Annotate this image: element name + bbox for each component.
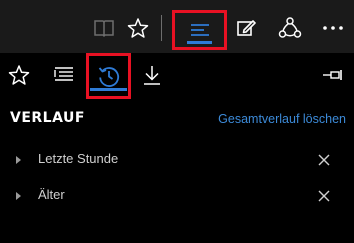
chevron-right-icon[interactable] [14,153,24,167]
history-clock-icon [98,67,119,87]
tab-favorites[interactable] [6,61,32,89]
star-icon [8,65,30,85]
book-icon [94,20,114,38]
browser-toolbar [0,0,354,53]
web-note-button[interactable] [232,14,260,42]
history-group-label: Letzte Stunde [38,151,119,166]
close-icon[interactable] [316,188,332,204]
tab-history[interactable] [86,53,131,99]
hub-button[interactable] [172,10,227,50]
panel-title: VERLAUF [10,110,85,126]
toolbar-separator [161,15,162,41]
chevron-right-icon[interactable] [14,189,24,203]
download-icon [144,66,160,85]
clear-all-history-link[interactable]: Gesamtverlauf löschen [218,112,346,126]
history-group-row[interactable]: Letzte Stunde [0,143,354,177]
close-icon[interactable] [316,152,332,168]
star-icon [127,18,149,38]
pin-icon [323,70,342,80]
hub-panel-tabs [0,53,354,103]
pen-note-icon [237,20,256,36]
tab-reading-list[interactable] [50,61,78,89]
history-group-label: Älter [38,187,65,202]
hub-lines-icon [190,24,209,36]
history-group-row[interactable]: Älter [0,179,354,213]
share-icon [278,17,302,38]
reading-list-icon [54,67,73,81]
pin-panel-button[interactable] [320,67,346,83]
more-button[interactable] [316,14,350,42]
reading-view-button[interactable] [90,14,118,42]
tab-downloads[interactable] [138,61,166,89]
favorites-button[interactable] [124,14,152,42]
more-icon [323,26,343,30]
share-button[interactable] [276,14,304,42]
